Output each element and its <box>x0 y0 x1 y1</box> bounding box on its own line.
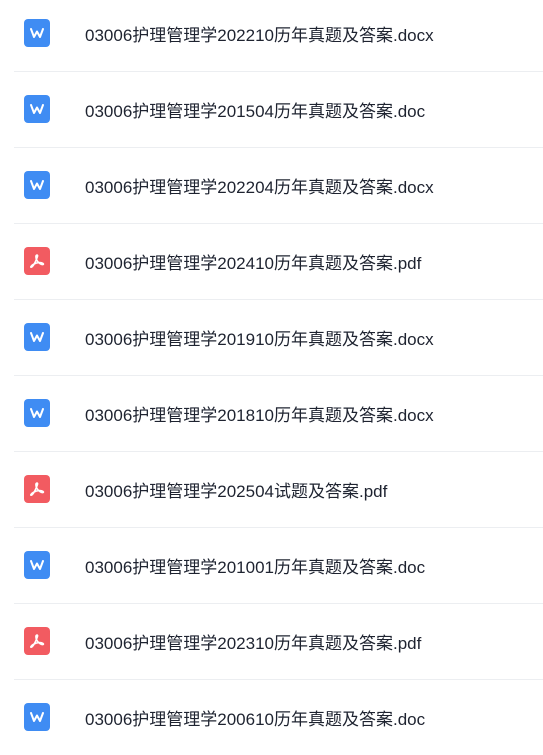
word-icon <box>24 399 50 427</box>
word-icon <box>24 323 50 351</box>
file-name: 03006护理管理学202204历年真题及答案.docx <box>85 177 434 197</box>
file-row[interactable]: 03006护理管理学202210历年真题及答案.docx <box>14 0 543 71</box>
file-name: 03006护理管理学201910历年真题及答案.docx <box>85 329 434 349</box>
file-list: 03006护理管理学202210历年真题及答案.docx 03006护理管理学2… <box>0 0 543 746</box>
file-name: 03006护理管理学202210历年真题及答案.docx <box>85 25 434 45</box>
file-row[interactable]: 03006护理管理学202504试题及答案.pdf <box>14 451 543 527</box>
file-name: 03006护理管理学201001历年真题及答案.doc <box>85 557 426 577</box>
file-name: 03006护理管理学200610历年真题及答案.doc <box>85 709 426 729</box>
file-name: 03006护理管理学201810历年真题及答案.docx <box>85 405 434 425</box>
file-row[interactable]: 03006护理管理学201504历年真题及答案.doc <box>14 71 543 147</box>
word-icon <box>24 171 50 199</box>
file-name: 03006护理管理学202504试题及答案.pdf <box>85 481 388 501</box>
file-name: 03006护理管理学202310历年真题及答案.pdf <box>85 633 422 653</box>
file-name: 03006护理管理学202410历年真题及答案.pdf <box>85 253 422 273</box>
pdf-icon <box>24 475 50 503</box>
file-name: 03006护理管理学201504历年真题及答案.doc <box>85 101 426 121</box>
file-row[interactable]: 03006护理管理学202310历年真题及答案.pdf <box>14 603 543 679</box>
file-row[interactable]: 03006护理管理学201001历年真题及答案.doc <box>14 527 543 603</box>
file-row[interactable]: 03006护理管理学201910历年真题及答案.docx <box>14 299 543 375</box>
file-row[interactable]: 03006护理管理学202410历年真题及答案.pdf <box>14 223 543 299</box>
word-icon <box>24 95 50 123</box>
word-icon <box>24 703 50 731</box>
word-icon <box>24 551 50 579</box>
file-row[interactable]: 03006护理管理学202204历年真题及答案.docx <box>14 147 543 223</box>
file-row[interactable]: 03006护理管理学200610历年真题及答案.doc <box>14 679 543 755</box>
file-row[interactable]: 03006护理管理学201810历年真题及答案.docx <box>14 375 543 451</box>
pdf-icon <box>24 247 50 275</box>
word-icon <box>24 19 50 47</box>
pdf-icon <box>24 627 50 655</box>
